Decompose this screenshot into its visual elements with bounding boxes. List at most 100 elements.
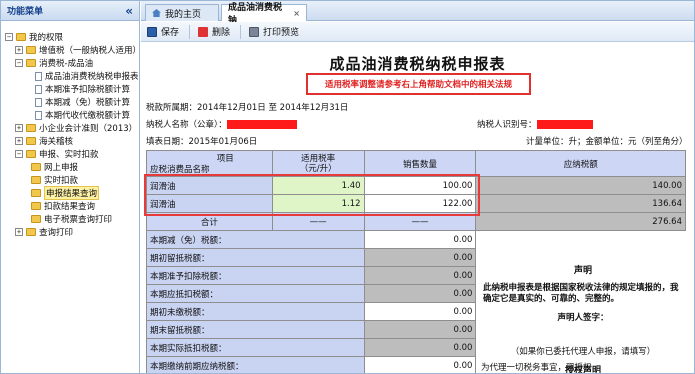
toolbar-separator <box>240 24 242 39</box>
tree-item-deductible-calc[interactable]: 本期准予扣除税额计算 <box>35 83 130 95</box>
folder-icon <box>31 215 41 223</box>
offset-value: 0.00 <box>363 284 477 303</box>
save-button[interactable]: 保存 <box>147 25 179 38</box>
tree-item-declare-result-query[interactable]: 申报结果查询 <box>31 186 100 200</box>
tree-item-label: 本期代收代缴税额计算 <box>45 111 131 121</box>
close-icon[interactable]: × <box>293 9 300 18</box>
document-icon <box>35 97 42 107</box>
tree-item-deduct-result-query[interactable]: 扣款结果查询 <box>31 200 95 212</box>
document-icon <box>35 110 42 120</box>
delete-button[interactable]: 删除 <box>198 25 230 38</box>
tree-item-label: 电子税票查询打印 <box>44 215 113 225</box>
total-quantity: —— <box>363 212 477 231</box>
tab-home[interactable]: 我的主页 <box>145 4 219 21</box>
tax-payable-value: 136.64 <box>475 194 686 213</box>
tree-toggle-icon[interactable]: + <box>15 46 23 54</box>
tab-bar: 我的主页 成品油消费税钠 × <box>141 1 694 26</box>
tree-item-label: 本期减（免）税额计算 <box>45 98 131 108</box>
opening-unpaid-input[interactable]: 0.00 <box>363 302 477 321</box>
folder-icon <box>31 202 41 210</box>
print-preview-button[interactable]: 打印预览 <box>249 25 299 38</box>
tree-item-label: 申报、实时扣款 <box>39 150 99 160</box>
redacted-taxpayer-id <box>536 120 593 129</box>
declaration-panel: 声明 此纳税申报表是根据国家税收法律的规定填报的，我确定它是真实的、可靠的、完整… <box>477 261 689 373</box>
tree-item-label: 成品油消费税纳税申报表 <box>45 72 139 82</box>
tree-item-label: 海关稽核 <box>39 137 74 147</box>
folder-icon <box>26 124 36 132</box>
actual-offset-value: 0.00 <box>363 338 477 357</box>
lower-row-label: 本期实际抵扣税额： <box>146 338 365 357</box>
tree-toggle-icon[interactable]: + <box>15 124 23 132</box>
tree-item-small-enterprise[interactable]: + 小企业会计准则（2013） <box>15 122 137 134</box>
tree-item-declare-deduct[interactable]: − 申报、实时扣款 <box>15 148 99 160</box>
sidebar-title: 功能菜单 <box>7 7 44 17</box>
tree-item-exemption-calc[interactable]: 本期减（免）税额计算 <box>35 96 130 108</box>
tree-toggle-icon[interactable]: − <box>15 150 23 158</box>
lower-row-label: 本期准予扣除税额： <box>146 266 365 285</box>
tree-item-customs-audit[interactable]: + 海关稽核 <box>15 135 73 147</box>
tree-item-e-ticket-print[interactable]: 电子税票查询打印 <box>31 213 112 225</box>
rate-input[interactable]: 1.40 <box>271 176 365 195</box>
tree-item-vat[interactable]: + 增值税（一般纳税人适用） <box>15 44 141 56</box>
closing-credit-value: 0.00 <box>363 320 477 339</box>
header-tax-payable: 应纳税额 <box>475 150 686 177</box>
header-item-cell: 项目 应税消费品名称 <box>146 150 273 177</box>
rate-input[interactable]: 1.12 <box>271 194 365 213</box>
printer-icon <box>249 26 260 37</box>
document-icon <box>35 84 42 94</box>
tree-toggle-icon[interactable]: − <box>15 59 23 67</box>
tree-item-withholding-calc[interactable]: 本期代收代缴税额计算 <box>35 109 130 121</box>
folder-icon <box>26 137 36 145</box>
delete-label: 删除 <box>212 28 231 38</box>
prior-payment-input[interactable]: 0.00 <box>363 356 477 373</box>
collapse-sidebar-icon[interactable]: « <box>125 4 133 18</box>
header-taxable-name: 应税消费品名称 <box>150 165 210 175</box>
deductible-value: 0.00 <box>363 266 477 285</box>
tree-item-label: 本期准予扣除税额计算 <box>45 85 131 95</box>
tree-item-label: 扣款结果查询 <box>44 202 96 212</box>
total-row: 合计 —— —— 276.64 <box>146 212 686 231</box>
tree-item-consumption-tax-oil[interactable]: − 消费税-成品油 <box>15 57 93 69</box>
tree-item-online-declare[interactable]: 网上申报 <box>31 161 78 173</box>
save-icon <box>147 26 157 37</box>
tree-toggle-icon[interactable]: + <box>15 137 23 145</box>
agent-note: （如果你已委托代理人申报，请填写） <box>510 347 656 357</box>
tree-item-my-permissions[interactable]: − 我的权限 <box>5 31 63 43</box>
declaration-text: 此纳税申报表是根据国家税收法律的规定填报的，我确定它是真实的、可靠的、完整的。 <box>483 283 679 304</box>
tree-toggle-icon[interactable]: − <box>5 33 13 41</box>
tree-item-query-print[interactable]: + 查询打印 <box>15 226 73 238</box>
form-title: 成品油消费税纳税申报表 <box>329 55 506 73</box>
tree-item-label: 增值税（一般纳税人适用） <box>39 46 142 56</box>
taxpayer-name-label: 纳税人名称（公章）： <box>146 120 227 130</box>
folder-icon <box>26 228 36 236</box>
rate-notice: 适用税率调整请参考右上角帮助文档中的相关法规 <box>306 73 531 95</box>
header-quantity: 销售数量 <box>363 150 477 177</box>
toolbar: 保存 删除 打印预览 <box>141 22 694 42</box>
tree-item-label: 实时扣款 <box>44 176 79 186</box>
tree-item-label: 查询打印 <box>39 228 74 238</box>
tree-item-realtime-deduct[interactable]: 实时扣款 <box>31 174 78 186</box>
tree-toggle-icon[interactable]: + <box>15 228 23 236</box>
total-tax-value: 276.64 <box>475 212 686 231</box>
taxpayer-name-row: 纳税人名称（公章）： <box>146 118 297 130</box>
units-note: 计量单位：升；金额单位：元（列至角分） <box>526 137 688 147</box>
lower-row-label: 本期减（免）税额： <box>146 230 365 249</box>
folder-icon <box>31 189 41 197</box>
tree-item-oil-return-form[interactable]: 成品油消费税纳税申报表 <box>35 70 139 82</box>
tax-payable-value: 140.00 <box>475 176 686 195</box>
home-icon <box>152 9 161 17</box>
exemption-input[interactable]: 0.00 <box>363 230 477 249</box>
lower-row-label: 本期应抵扣税额： <box>146 284 365 303</box>
tab-oil-consumption-tax[interactable]: 成品油消费税钠 × <box>221 3 307 26</box>
quantity-input[interactable]: 122.00 <box>363 194 477 213</box>
taxpayer-id-label: 纳税人识别号： <box>477 120 537 130</box>
authorization-text: 为代理一切税务事宜，现授权 <box>481 363 592 373</box>
quantity-input[interactable]: 100.00 <box>363 176 477 195</box>
folder-icon <box>26 150 36 158</box>
folder-icon <box>16 33 26 41</box>
table-row: 润滑油 1.12 122.00 136.64 <box>146 194 686 213</box>
tree-item-label: 我的权限 <box>29 33 64 43</box>
total-label: 合计 <box>146 212 273 231</box>
declaration-title: 声明 <box>573 266 592 276</box>
total-rate: —— <box>271 212 365 231</box>
